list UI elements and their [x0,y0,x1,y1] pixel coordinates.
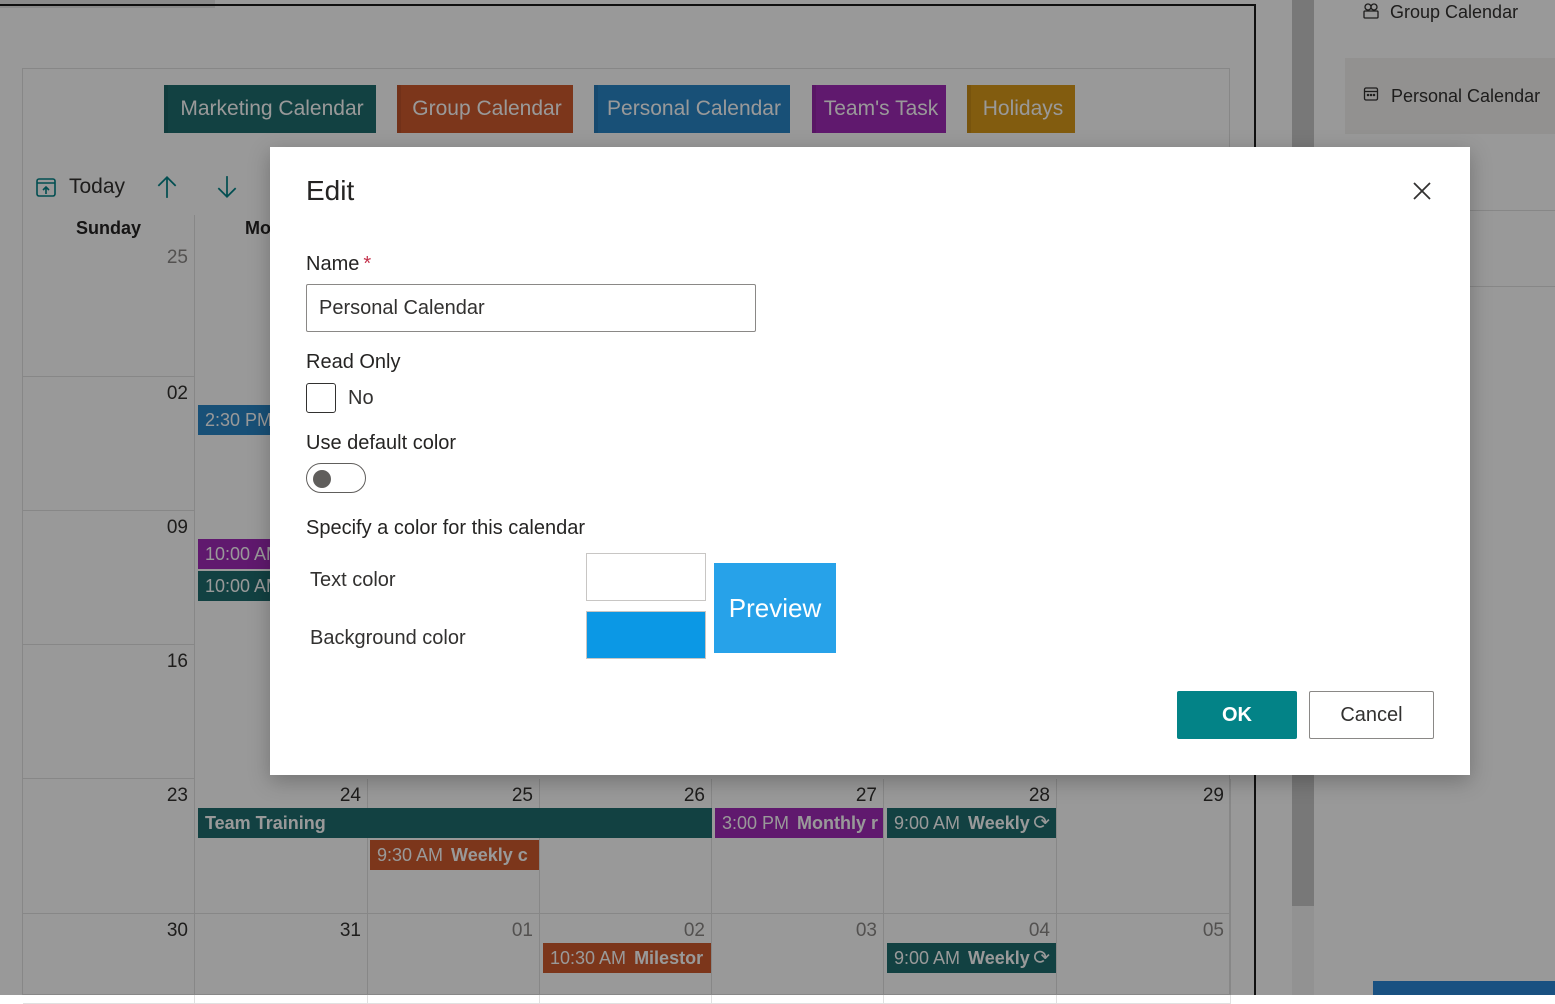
required-mark: * [363,253,372,275]
use-default-color-label: Use default color [306,432,457,454]
name-label: Name * [306,253,371,276]
specify-color-label: Specify a color for this calendar [306,517,586,539]
read-only-value: No [348,387,374,409]
ok-button[interactable]: OK [1177,691,1297,739]
read-only-checkbox[interactable] [306,383,336,413]
background-color-swatch[interactable] [586,611,706,659]
name-label-text: Name [306,253,360,275]
toggle-knob [313,470,331,488]
close-icon[interactable] [1408,179,1436,207]
text-color-label: Text color [310,569,396,591]
name-input[interactable] [306,284,756,332]
edit-dialog: Edit Name* Read Only No Use default colo… [270,147,1470,775]
color-preview: Preview [714,563,836,653]
read-only-label: Read Only [306,351,401,373]
background-color-label: Background color [310,627,466,649]
dialog-title: Edit [306,175,355,206]
cancel-button[interactable]: Cancel [1309,691,1434,739]
text-color-swatch[interactable] [586,553,706,601]
use-default-color-toggle[interactable] [306,463,366,493]
